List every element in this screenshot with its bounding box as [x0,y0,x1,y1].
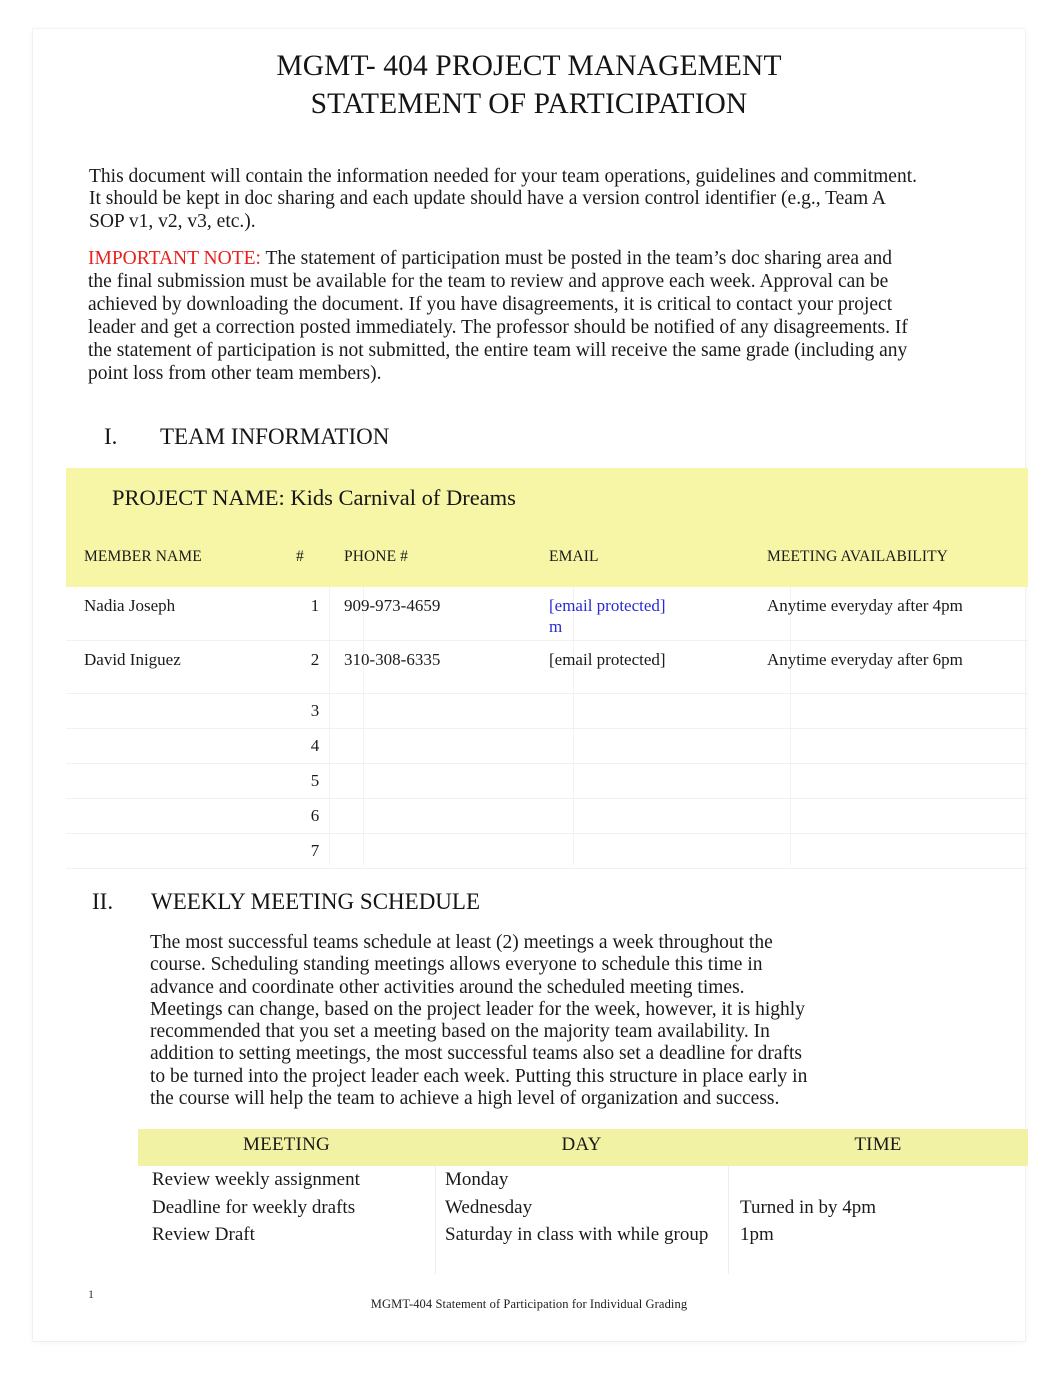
table-row: Review Draft Saturday in class with whil… [138,1221,1028,1249]
cell-availability: Anytime everyday after 6pm [767,640,1028,694]
table-header-row: MEMBER NAME # PHONE # EMAIL MEETING AVAI… [66,536,1028,587]
cell-email [549,798,767,834]
cell-member-name [66,693,296,729]
cell-member-name: Nadia Joseph [66,587,296,641]
cell-time: Turned in by 4pm [740,1196,877,1218]
section-two-heading: II. WEEKLY MEETING SCHEDULE [92,889,480,915]
cell-availability: Anytime everyday after 4pm [767,587,1028,641]
cell-number: 6 [296,798,334,834]
cell-phone: 310-308-6335 [334,640,549,694]
intro-paragraph: This document will contain the informati… [89,166,917,232]
cell-empty [728,1249,1028,1273]
cell-phone [334,693,549,729]
cell-number: 2 [296,640,334,694]
cell-number: 3 [296,693,334,729]
cell-phone [334,728,549,764]
weekly-schedule-paragraph: The most successful teams schedule at le… [150,932,808,1110]
table-row: Nadia Joseph 1 909-973-4659 [email prote… [66,587,1028,641]
section-two-number: II. [92,889,114,914]
title-line-2: STATEMENT OF PARTICIPATION [310,88,748,120]
footer-text: MGMT-404 Statement of Participation for … [370,1297,688,1311]
cell-member-name [66,763,296,799]
cell-email [549,693,767,729]
meeting-schedule-table: MEETING DAY TIME Review weekly assignmen… [138,1129,1028,1273]
cell-member-name [66,728,296,764]
cell-availability [767,728,1028,764]
column-header-email: EMAIL [549,548,599,565]
cell-day: Wednesday [445,1196,533,1218]
cell-day: Saturday in class with while group [445,1224,709,1245]
page-title: MGMT- 404 PROJECT MANAGEMENT STATEMENT O… [33,47,1025,123]
table-row: 6 [66,798,1028,834]
cell-meeting: Deadline for weekly drafts [152,1196,356,1218]
cell-phone [334,798,549,834]
section-one-number: I. [104,424,118,449]
cell-email: [email protected] [549,640,767,694]
meeting-schedule-table-body: Review weekly assignment Monday Deadline… [138,1166,1028,1273]
column-header-time: TIME [854,1134,902,1155]
cell-member-name: David Iniguez [66,640,296,694]
cell-email: [email protected] m [549,587,767,641]
team-member-table: MEMBER NAME # PHONE # EMAIL MEETING AVAI… [66,536,1028,869]
table-row: 4 [66,728,1028,764]
title-line-1: MGMT- 404 PROJECT MANAGEMENT [276,50,782,82]
cell-number: 7 [296,833,334,869]
cell-availability [767,763,1028,799]
cell-phone: 909-973-4659 [334,587,549,641]
table-row: David Iniguez 2 310-308-6335 [email prot… [66,640,1028,694]
cell-time [728,1166,1028,1194]
project-name-banner: PROJECT NAME: Kids Carnival of Dreams [66,468,1028,536]
column-header-member-name: MEMBER NAME [84,548,202,565]
column-header-phone: PHONE # [344,548,408,565]
cell-availability [767,798,1028,834]
table-row: Review weekly assignment Monday [138,1166,1028,1194]
table-row: Deadline for weekly drafts Wednesday Tur… [138,1194,1028,1222]
email-link-overflow[interactable]: m [549,617,562,636]
meeting-schedule-table-head: MEETING DAY TIME [138,1129,1028,1166]
table-row-spacer [138,1249,1028,1273]
column-header-meeting: MEETING [243,1134,330,1155]
section-two-title: WEEKLY MEETING SCHEDULE [151,889,481,914]
table-row: 5 [66,763,1028,799]
important-note-paragraph: IMPORTANT NOTE: The statement of partici… [88,248,920,385]
project-name-label: PROJECT NAME: Kids Carnival of Dreams [112,485,516,510]
cell-email [549,728,767,764]
table-row: 7 [66,833,1028,869]
cell-email [549,833,767,869]
email-link[interactable]: [email protected] [549,596,666,615]
cell-empty [435,1249,728,1273]
column-header-availability: MEETING AVAILABILITY [767,548,948,565]
document-page: MGMT- 404 PROJECT MANAGEMENT STATEMENT O… [33,29,1028,1341]
team-member-table-body: Nadia Joseph 1 909-973-4659 [email prote… [66,587,1028,869]
table-row: 3 [66,693,1028,729]
cell-empty [138,1249,435,1273]
cell-member-name [66,798,296,834]
cell-number: 1 [296,587,334,641]
section-one-heading: I. TEAM INFORMATION [104,424,389,450]
team-member-table-head: MEMBER NAME # PHONE # EMAIL MEETING AVAI… [66,536,1028,587]
cell-number: 5 [296,763,334,799]
cell-number: 4 [296,728,334,764]
cell-availability [767,833,1028,869]
cell-availability [767,693,1028,729]
column-header-day: DAY [561,1134,602,1155]
important-note-label: IMPORTANT NOTE: [88,248,261,269]
cell-phone [334,763,549,799]
cell-member-name [66,833,296,869]
cell-time: 1pm [740,1224,774,1245]
cell-meeting: Review weekly assignment [152,1169,360,1190]
column-header-number: # [296,548,304,565]
section-one-title: TEAM INFORMATION [160,424,390,449]
cell-email [549,763,767,799]
cell-day: Monday [445,1169,509,1190]
cell-meeting: Review Draft [152,1224,255,1245]
cell-phone [334,833,549,869]
table-header-row: MEETING DAY TIME [138,1129,1028,1166]
